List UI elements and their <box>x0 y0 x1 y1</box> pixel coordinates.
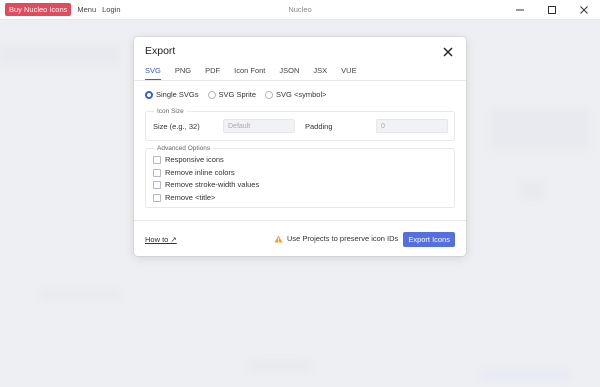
advanced-options-legend: Advanced Options <box>154 145 214 152</box>
checkbox-responsive-icons[interactable]: Responsive icons <box>153 155 224 164</box>
padding-label: Padding <box>305 122 333 131</box>
size-label: Size (e.g., 32) <box>153 122 200 131</box>
tab-png[interactable]: PNG <box>175 66 191 80</box>
advanced-options-group: Advanced Options Responsive icons Remove… <box>145 145 455 208</box>
radio-unchecked-icon <box>265 90 274 99</box>
icon-size-legend: Icon Size <box>154 108 187 115</box>
login-link[interactable]: Login <box>102 5 120 14</box>
close-window-icon[interactable] <box>568 0 600 19</box>
size-input[interactable]: Default <box>223 119 295 133</box>
close-icon[interactable] <box>442 45 454 57</box>
checkbox-icon <box>153 193 161 202</box>
export-icons-button[interactable]: Export Icons <box>403 232 455 247</box>
window-controls <box>504 0 600 19</box>
radio-label: SVG <symbol> <box>276 90 327 99</box>
checkbox-icon <box>153 180 161 189</box>
radio-svg-symbol[interactable]: SVG <symbol> <box>265 90 327 99</box>
export-dialog: Export SVG PNG PDF Icon Font JSON JSX VU… <box>134 37 466 256</box>
warning-message: Use Projects to preserve icon IDs <box>274 234 398 243</box>
footer-divider <box>134 220 466 221</box>
checkbox-label: Remove stroke-width values <box>165 180 260 189</box>
checkbox-label: Remove inline colors <box>165 168 235 177</box>
tab-jsx[interactable]: JSX <box>313 66 327 80</box>
tab-json[interactable]: JSON <box>279 66 299 80</box>
warning-icon <box>274 235 283 242</box>
tab-icon-font[interactable]: Icon Font <box>234 66 265 80</box>
padding-input[interactable]: 0 <box>376 119 448 133</box>
warning-text: Use Projects to preserve icon IDs <box>287 234 399 243</box>
radio-checked-icon <box>145 90 153 99</box>
how-to-link[interactable]: How to ↗ <box>145 235 177 244</box>
tab-pdf[interactable]: PDF <box>205 66 220 80</box>
checkbox-icon <box>153 168 161 177</box>
radio-single-svgs[interactable]: Single SVGs <box>145 90 199 99</box>
icon-size-group: Icon Size Size (e.g., 32) Default Paddin… <box>145 108 455 141</box>
maximize-icon[interactable] <box>536 0 568 19</box>
checkbox-label: Responsive icons <box>165 155 224 164</box>
tab-vue[interactable]: VUE <box>341 66 356 80</box>
tab-svg[interactable]: SVG <box>145 66 161 80</box>
checkbox-label: Remove <title> <box>165 193 216 202</box>
menu-link[interactable]: Menu <box>77 5 96 14</box>
checkbox-remove-title[interactable]: Remove <title> <box>153 193 215 202</box>
radio-label: Single SVGs <box>156 90 199 99</box>
format-tabs: SVG PNG PDF Icon Font JSON JSX VUE <box>145 66 371 80</box>
dialog-title: Export <box>145 45 176 57</box>
minimize-icon[interactable] <box>504 0 536 19</box>
checkbox-remove-inline-colors[interactable]: Remove inline colors <box>153 168 235 177</box>
radio-label: SVG Sprite <box>218 90 257 99</box>
tab-divider <box>134 80 466 81</box>
radio-svg-sprite[interactable]: SVG Sprite <box>207 90 257 99</box>
checkbox-remove-stroke-width[interactable]: Remove stroke-width values <box>153 180 259 189</box>
radio-unchecked-icon <box>207 90 216 99</box>
checkbox-icon <box>153 155 161 164</box>
title-bar: Buy Nucleo Icons Menu Login Nucleo <box>0 0 600 20</box>
svg-format-options: Single SVGs SVG Sprite SVG <symbol> <box>145 90 336 99</box>
buy-nucleo-button[interactable]: Buy Nucleo Icons <box>5 3 72 16</box>
